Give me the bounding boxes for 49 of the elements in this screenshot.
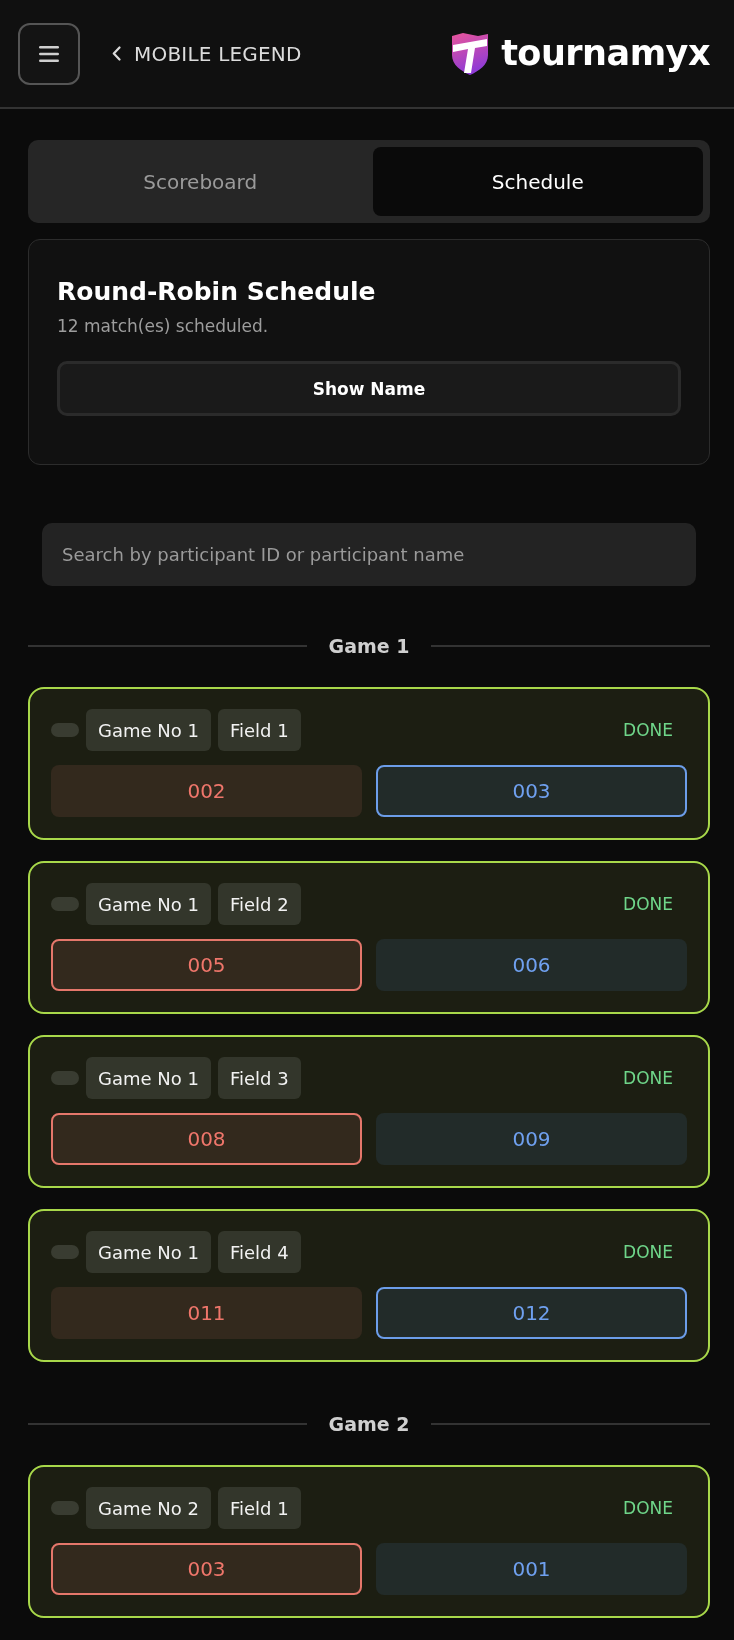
status-label: DONE — [623, 894, 673, 914]
team-slot: 002 — [51, 765, 362, 817]
game-number-tag: Game No 1 — [86, 709, 211, 751]
field-tag: Field 1 — [217, 709, 301, 751]
group-title: Game 1 — [328, 635, 410, 657]
match-card[interactable]: Game No 1 Field 3 DONE 008 009 — [28, 1035, 710, 1188]
status-label: DONE — [623, 1242, 673, 1262]
match-card[interactable]: Game No 1 Field 1 DONE 002 003 — [28, 687, 710, 840]
menu-icon — [39, 45, 59, 62]
menu-button[interactable] — [18, 22, 80, 85]
schedule-title: Round-Robin Schedule — [57, 276, 377, 308]
tab[interactable]: Scoreboard — [35, 147, 366, 216]
back-icon — [112, 46, 121, 61]
team-slot: 003 — [51, 1543, 362, 1595]
search-field[interactable]: Search by participant ID or participant name — [42, 523, 696, 586]
tab[interactable]: Schedule — [372, 147, 703, 216]
match-card[interactable]: Game No 2 Field 1 DONE 003 001 — [28, 1465, 710, 1618]
game-number-tag: Game No 1 — [86, 1057, 211, 1099]
team-slot: 009 — [376, 1113, 687, 1165]
field-tag: Field 4 — [217, 1231, 301, 1273]
status-label: DONE — [623, 720, 673, 740]
toggle-pill-icon — [51, 897, 79, 911]
logo-text: tournamyx — [501, 36, 710, 71]
field-tag: Field 1 — [217, 1487, 301, 1529]
team-slot: 011 — [51, 1287, 362, 1339]
team-slot: 001 — [376, 1543, 687, 1595]
toggle-pill-icon — [51, 723, 79, 737]
toggle-pill-icon — [51, 1501, 79, 1515]
match-count: 12 match(es) scheduled. — [57, 315, 270, 338]
back-link[interactable]: MOBILE LEGEND — [112, 41, 302, 66]
field-tag: Field 3 — [217, 1057, 301, 1099]
team-slot: 012 — [376, 1287, 687, 1339]
status-label: DONE — [623, 1068, 673, 1088]
group-title: Game 2 — [328, 1413, 410, 1435]
team-slot: 006 — [376, 939, 687, 991]
toggle-pill-icon — [51, 1245, 79, 1259]
shield-logo-icon — [451, 32, 490, 75]
field-tag: Field 2 — [217, 883, 301, 925]
game-number-tag: Game No 1 — [86, 1231, 211, 1273]
match-card[interactable]: Game No 1 Field 2 DONE 005 006 — [28, 861, 710, 1014]
toggle-pill-icon — [51, 1071, 79, 1085]
show-name-button[interactable]: Show Name — [57, 361, 681, 416]
team-slot: 005 — [51, 939, 362, 991]
team-slot: 008 — [51, 1113, 362, 1165]
game-number-tag: Game No 2 — [86, 1487, 211, 1529]
game-number-tag: Game No 1 — [86, 883, 211, 925]
status-label: DONE — [623, 1498, 673, 1518]
match-card[interactable]: Game No 1 Field 4 DONE 011 012 — [28, 1209, 710, 1362]
team-slot: 003 — [376, 765, 687, 817]
